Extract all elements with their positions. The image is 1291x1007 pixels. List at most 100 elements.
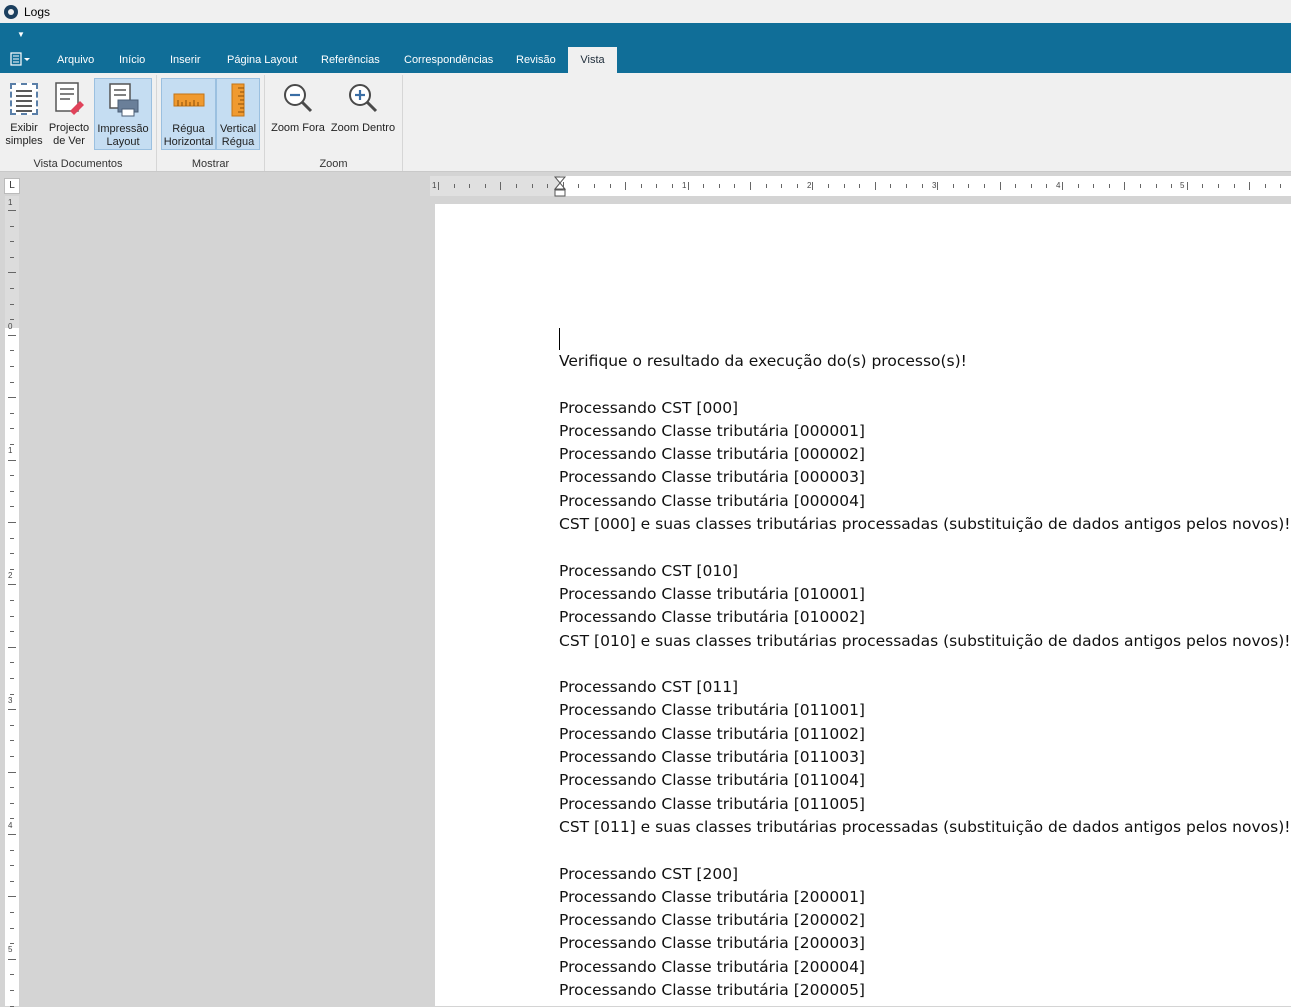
draft-view-button[interactable]: Projecto de Ver bbox=[47, 78, 91, 150]
print-layout-button[interactable]: Impressão Layout bbox=[94, 78, 152, 150]
ruler-tick bbox=[10, 537, 14, 539]
document-line: Processando Classe tributária [000003] bbox=[559, 468, 865, 487]
zoom-in-icon bbox=[346, 81, 380, 117]
tab-pagina-layout[interactable]: Página Layout bbox=[217, 47, 307, 73]
document-line: Verifique o resultado da execução do(s) … bbox=[559, 352, 967, 370]
ruler-tick bbox=[1280, 184, 1282, 188]
document-line: Processando Classe tributária [011005] bbox=[559, 794, 865, 813]
document-body[interactable]: Verifique o resultado da execução do(s) … bbox=[559, 350, 1290, 1002]
document-line: Processando Classe tributária [000001] bbox=[559, 421, 865, 440]
ruler-tick bbox=[984, 184, 985, 188]
indent-marker-icon[interactable] bbox=[552, 176, 568, 198]
simple-view-button[interactable]: Exibir simples bbox=[4, 78, 44, 150]
ruler-tick bbox=[453, 184, 455, 188]
document-line: Processando Classe tributária [200005] bbox=[559, 981, 865, 1000]
tab-inserir[interactable]: Inserir bbox=[160, 47, 211, 73]
document-line: Processando Classe tributária [011002] bbox=[559, 724, 865, 743]
print-layout-icon bbox=[106, 82, 140, 118]
simple-view-icon bbox=[7, 81, 41, 117]
ruler-margin-area bbox=[5, 196, 19, 328]
zoom-out-icon bbox=[281, 81, 315, 117]
document-line: CST [010] e suas classes tributárias pro… bbox=[559, 631, 1291, 650]
document-menu-icon[interactable] bbox=[10, 52, 34, 68]
ruler-tick bbox=[843, 184, 845, 188]
document-line: Processando Classe tributária [011001] bbox=[559, 701, 865, 720]
vertical-ruler[interactable]: 1 0 1 2 3 4 5 bbox=[5, 196, 19, 1007]
document-line: Processando Classe tributária [011003] bbox=[559, 748, 865, 767]
ruler-number: 2 bbox=[807, 181, 812, 190]
tab-stop-selector[interactable]: L bbox=[4, 178, 20, 194]
ruler-tick bbox=[968, 184, 970, 188]
ruler-tick bbox=[8, 397, 16, 399]
ruler-tick bbox=[10, 662, 14, 664]
ruler-tick bbox=[10, 366, 14, 367]
ruler-tick bbox=[1030, 184, 1032, 188]
ruler-tick bbox=[609, 184, 611, 188]
horizontal-ruler-button[interactable]: Régua Horizontal bbox=[161, 78, 216, 150]
vertical-ruler-button[interactable]: Vertical Régua bbox=[216, 78, 260, 150]
ruler-tick bbox=[10, 943, 14, 945]
ruler-tick bbox=[8, 646, 16, 648]
zoom-out-button[interactable]: Zoom Fora bbox=[270, 78, 326, 150]
ruler-tick bbox=[1186, 182, 1188, 190]
horizontal-ruler-label-1: Régua bbox=[172, 123, 205, 135]
ruler-tick bbox=[10, 787, 14, 789]
tab-referencias[interactable]: Referências bbox=[311, 47, 390, 73]
tab-inicio[interactable]: Início bbox=[109, 47, 155, 73]
ruler-tick bbox=[10, 927, 14, 929]
ruler-tick bbox=[10, 724, 14, 726]
ruler-tick bbox=[703, 184, 705, 188]
document-page[interactable]: Verifique o resultado da execução do(s) … bbox=[435, 204, 1291, 1006]
customize-toolbar-dropdown-icon[interactable]: ▼ bbox=[17, 30, 25, 39]
ruler-number: 3 bbox=[8, 696, 13, 705]
document-line: Processando Classe tributária [010002] bbox=[559, 608, 865, 627]
ruler-number: 5 bbox=[1180, 181, 1185, 190]
ruler-number: 2 bbox=[8, 571, 13, 580]
draft-view-label-2: de Ver bbox=[53, 135, 85, 147]
print-layout-label-2: Layout bbox=[106, 136, 140, 148]
ruler-tick bbox=[765, 184, 767, 188]
tab-vista[interactable]: Vista bbox=[568, 47, 617, 73]
ruler-tick bbox=[1171, 184, 1173, 188]
document-line: CST [011] e suas classes tributárias pro… bbox=[559, 817, 1291, 836]
ruler-tick bbox=[10, 288, 14, 289]
ruler-tick bbox=[10, 990, 14, 991]
ruler-tick bbox=[750, 182, 751, 190]
ruler-tick bbox=[1077, 184, 1079, 188]
tab-arquivo[interactable]: Arquivo bbox=[47, 47, 104, 73]
ruler-tick bbox=[10, 974, 14, 976]
ribbon-tab-bar: Arquivo Início Inserir Página Layout Ref… bbox=[0, 47, 1291, 73]
ribbon-panel: Exibir simples Projecto de Ver Impressão… bbox=[0, 73, 1291, 172]
horizontal-ruler-label-2: Horizontal bbox=[163, 136, 214, 148]
horizontal-ruler[interactable]: 1 1 2 3 4 5 bbox=[430, 176, 1291, 198]
ruler-number: 4 bbox=[1056, 181, 1061, 190]
ruler-tick bbox=[10, 865, 14, 867]
tab-correspondencias[interactable]: Correspondências bbox=[394, 47, 503, 73]
vertical-ruler-label-2: Régua bbox=[221, 136, 255, 148]
tab-revisao[interactable]: Revisão bbox=[506, 47, 566, 73]
ruler-tick bbox=[10, 475, 14, 477]
document-line: Processando CST [000] bbox=[559, 398, 739, 417]
zoom-out-label: Zoom Fora bbox=[271, 122, 325, 134]
ruler-tick bbox=[10, 818, 14, 820]
document-line: Processando Classe tributária [200002] bbox=[559, 911, 865, 930]
horizontal-ruler-icon bbox=[172, 82, 206, 118]
ruler-tick bbox=[10, 350, 14, 352]
ruler-tick bbox=[10, 225, 14, 227]
ruler-tick bbox=[1015, 184, 1017, 188]
document-line: Processando Classe tributária [000002] bbox=[559, 445, 865, 464]
zoom-in-button[interactable]: Zoom Dentro bbox=[329, 78, 397, 150]
ruler-tick bbox=[1108, 184, 1110, 188]
ruler-tick bbox=[921, 184, 923, 188]
ruler-tick bbox=[10, 880, 14, 882]
ruler-tick bbox=[687, 182, 689, 190]
ruler-tick bbox=[8, 272, 16, 274]
quick-access-toolbar: ▼ bbox=[0, 23, 1291, 47]
ruler-tick bbox=[937, 182, 939, 190]
ruler-number: 1 bbox=[8, 198, 13, 207]
ruler-tick bbox=[484, 184, 486, 188]
ruler-tick bbox=[10, 444, 14, 445]
document-line: Processando Classe tributária [200004] bbox=[559, 957, 865, 976]
